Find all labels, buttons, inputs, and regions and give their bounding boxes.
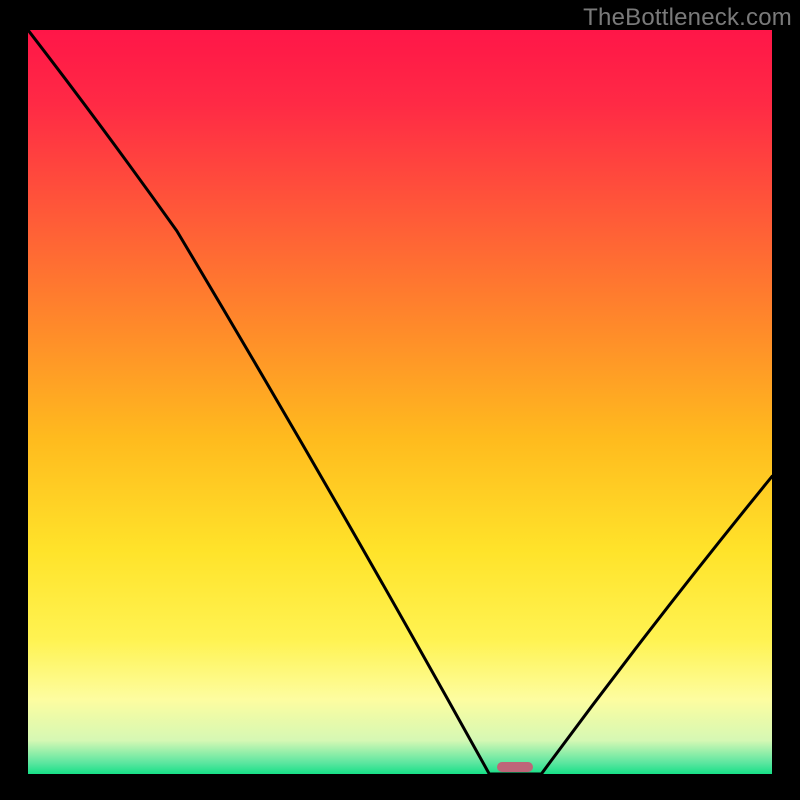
bottleneck-curve [28, 30, 772, 774]
chart-container: TheBottleneck.com [0, 0, 800, 800]
watermark-text: TheBottleneck.com [583, 4, 792, 32]
curve-path [28, 30, 772, 774]
plot-area [28, 30, 772, 774]
